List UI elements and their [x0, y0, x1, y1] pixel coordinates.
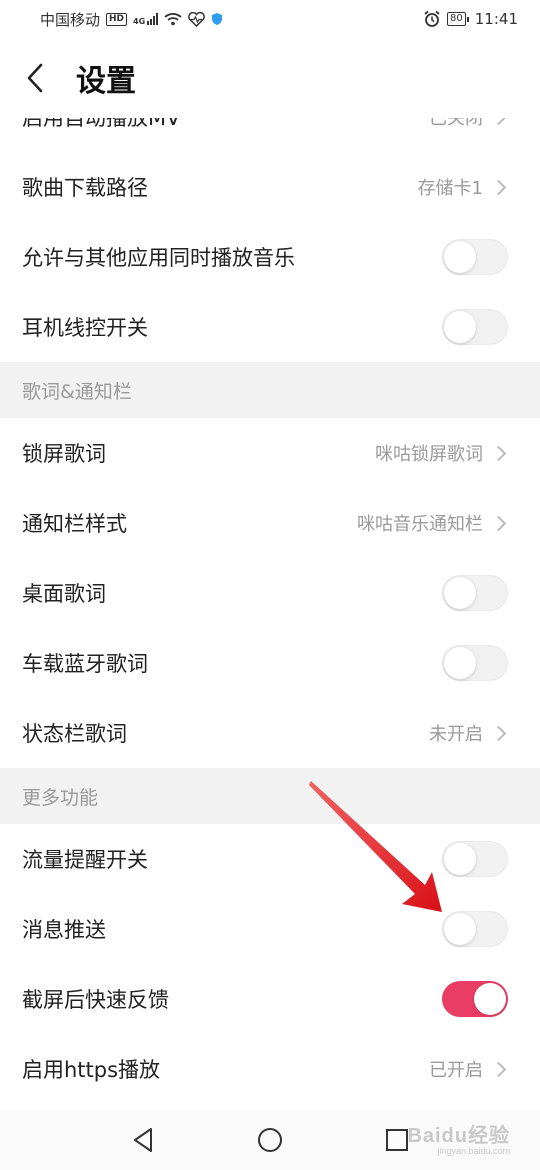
setting-push-messages: 消息推送: [0, 894, 540, 964]
setting-value: 已开启: [429, 1060, 483, 1081]
setting-desktop-lyrics: 桌面歌词: [0, 558, 540, 628]
chevron-right-icon: [490, 179, 507, 195]
square-recents-icon: [385, 1129, 408, 1151]
toggle-switch[interactable]: [442, 239, 508, 275]
shield-icon: [212, 13, 223, 25]
carrier-name: 中国移动: [40, 10, 101, 29]
setting-value: 咪咕锁屏歌词: [375, 444, 483, 465]
status-left: 中国移动 HD 4G: [40, 9, 223, 30]
setting-value: 已关闭: [429, 118, 483, 129]
toggle-switch[interactable]: [442, 575, 508, 611]
wifi-icon: [164, 13, 182, 26]
chevron-right-icon: [490, 515, 507, 531]
setting-data-reminder: 流量提醒开关: [0, 824, 540, 894]
setting-screenshot-feedback: 截屏后快速反馈: [0, 964, 540, 1034]
setting-value: 咪咕音乐通知栏: [357, 514, 483, 535]
setting-label: 桌面歌词: [22, 582, 106, 606]
setting-label: 锁屏歌词: [22, 442, 106, 466]
setting-label: 歌曲下载路径: [22, 176, 148, 200]
setting-statusbar-lyrics[interactable]: 状态栏歌词 未开启: [0, 698, 540, 768]
setting-notification-style[interactable]: 通知栏样式 咪咕音乐通知栏: [0, 488, 540, 558]
alarm-icon: [424, 10, 440, 27]
toggle-switch[interactable]: [442, 841, 508, 877]
setting-label: 流量提醒开关: [22, 848, 148, 872]
chevron-right-icon: [490, 118, 507, 125]
watermark-url: jingyan.baidu.com: [437, 1146, 510, 1156]
setting-label: 车载蓝牙歌词: [22, 652, 148, 676]
battery-level: 80: [447, 12, 466, 26]
chevron-right-icon: [490, 725, 507, 741]
watermark-logo: Baidu经验 jingyan.baidu.com: [407, 1119, 510, 1156]
settings-scroll-area[interactable]: 启用自动播放MV 已关闭 歌曲下载路径 存储卡1 允许与其他应用同时播放音乐 耳…: [0, 118, 540, 1110]
circle-home-icon: [257, 1128, 282, 1152]
battery-icon: 80: [447, 12, 469, 26]
setting-label: 通知栏样式: [22, 512, 127, 536]
setting-label: 启用自动播放MV: [22, 118, 181, 130]
status-right: 80 11:41: [423, 10, 518, 28]
network-type: 4G: [133, 16, 146, 26]
setting-label: 消息推送: [22, 918, 106, 942]
setting-label: 状态栏歌词: [22, 722, 127, 746]
section-header-more: 更多功能: [0, 768, 540, 824]
setting-allow-other-apps: 允许与其他应用同时播放音乐: [0, 222, 540, 292]
toggle-switch[interactable]: [442, 645, 508, 681]
setting-label: 截屏后快速反馈: [22, 988, 169, 1012]
nav-home-button[interactable]: [250, 1120, 290, 1160]
setting-label: 允许与其他应用同时播放音乐: [22, 246, 295, 270]
signal-icon: [147, 13, 159, 25]
toggle-switch[interactable]: [442, 981, 508, 1017]
settings-list: 启用自动播放MV 已关闭 歌曲下载路径 存储卡1 允许与其他应用同时播放音乐 耳…: [0, 118, 540, 1104]
setting-value: 未开启: [429, 724, 483, 745]
setting-label: 耳机线控开关: [22, 316, 148, 340]
setting-download-path[interactable]: 歌曲下载路径 存储卡1: [0, 152, 540, 222]
setting-earphone-control: 耳机线控开关: [0, 292, 540, 362]
setting-https-playback[interactable]: 启用https播放 已开启: [0, 1034, 540, 1104]
hd-badge: HD: [106, 12, 128, 26]
toggle-switch[interactable]: [442, 309, 508, 345]
setting-label: 启用https播放: [22, 1058, 161, 1082]
section-header-lyrics: 歌词&通知栏: [0, 362, 540, 418]
toggle-switch[interactable]: [442, 911, 508, 947]
back-button[interactable]: [0, 38, 70, 118]
watermark-brand: Baidu经验: [407, 1125, 510, 1147]
triangle-back-icon: [134, 1128, 153, 1152]
clock-time: 11:41: [474, 10, 518, 28]
setting-car-bluetooth-lyrics: 车载蓝牙歌词: [0, 628, 540, 698]
page-header: 设置: [0, 38, 540, 118]
chevron-right-icon: [490, 445, 507, 461]
page-title: 设置: [76, 64, 136, 99]
nav-back-button[interactable]: [123, 1120, 163, 1160]
setting-lock-screen-lyrics[interactable]: 锁屏歌词 咪咕锁屏歌词: [0, 418, 540, 488]
setting-value: 存储卡1: [417, 178, 483, 199]
chevron-right-icon: [490, 1061, 507, 1077]
setting-autoplay-mv[interactable]: 启用自动播放MV 已关闭: [0, 118, 540, 152]
chevron-left-icon: [27, 63, 43, 93]
health-heart-icon: [188, 11, 206, 27]
status-bar: 中国移动 HD 4G 80 11:41: [0, 0, 540, 38]
